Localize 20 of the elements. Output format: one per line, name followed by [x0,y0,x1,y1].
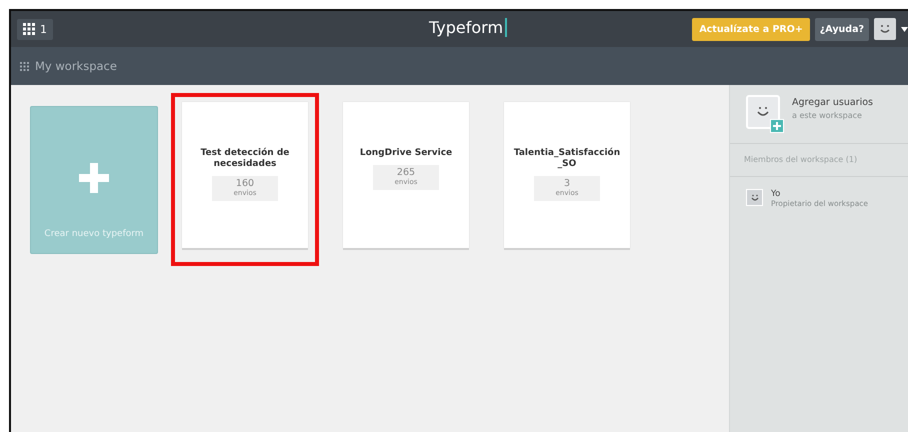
caret-icon[interactable] [901,26,908,32]
user-avatar-icon [746,189,763,206]
member-name: Yo [771,189,782,199]
workspace-title: My workspace [35,59,117,73]
help-button[interactable]: ¿Ayuda? [814,18,869,40]
account-button[interactable] [874,18,896,40]
grid-icon [23,23,35,35]
cursor-mark [505,18,508,37]
add-users-subtitle: a este workspace [792,111,863,120]
plus-icon [79,163,109,193]
grid-icon [20,62,29,70]
members-heading: Miembros del workspace (1) [744,155,858,164]
add-users-link[interactable]: Agregar usuarios [792,97,873,108]
logo: Typeform [429,18,504,37]
smiley-icon [878,24,892,34]
form-title: Test detección de necesidades [200,148,290,170]
workspaces-button[interactable]: 1 [17,18,53,40]
workspace-count: 1 [40,22,47,36]
form-title: Talentia_Satisfacción _SO [512,148,622,170]
form-title: LongDrive Service [358,148,454,159]
